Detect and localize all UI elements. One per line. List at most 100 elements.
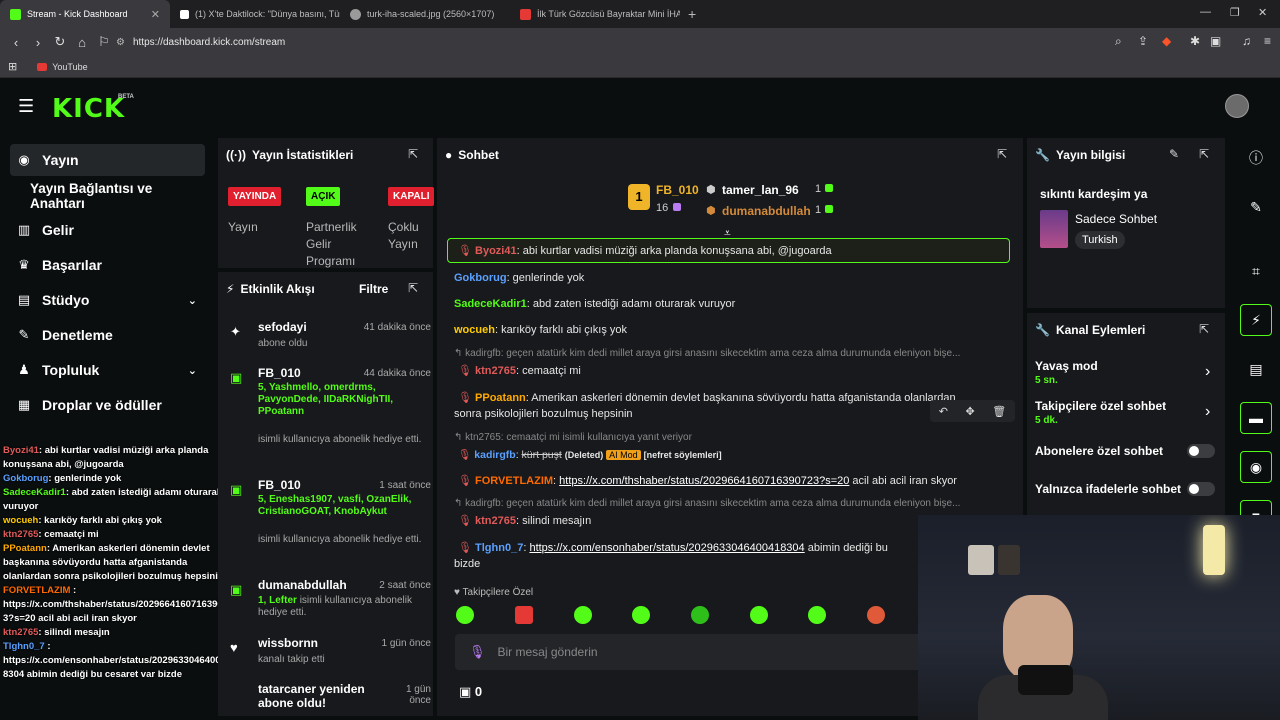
new-tab-icon[interactable]: + <box>680 6 704 22</box>
minimize-icon[interactable]: — <box>1200 6 1211 18</box>
delete-icon[interactable]: 🗑 <box>992 405 1006 418</box>
emote[interactable] <box>632 606 650 624</box>
sidebar-item-basarilar[interactable]: ♛ Başarılar <box>10 249 205 281</box>
star-icon: ✦ <box>230 324 241 339</box>
gifter-name[interactable]: tamer_lan_96 <box>722 183 799 197</box>
home-icon[interactable]: ⌂ <box>72 35 92 50</box>
drops-icon: ▦ <box>17 397 31 412</box>
feed-user[interactable]: wissbornn <box>258 636 318 650</box>
kick-favicon-icon <box>10 8 21 20</box>
sidebar-item-topluluk[interactable]: ♟ Topluluk ⌄ <box>10 354 205 386</box>
edit-icon[interactable]: ✎ <box>1169 147 1179 161</box>
site-settings-icon[interactable]: ⚙ <box>116 37 125 48</box>
browser-tab[interactable]: İlk Türk Gözcüsü Bayraktar Mini İHA... <box>510 0 680 28</box>
brave-shield-icon[interactable]: ◆ <box>1162 34 1171 48</box>
zoom-icon[interactable]: ⌕ <box>1115 34 1122 49</box>
emotes-only-toggle[interactable] <box>1187 482 1215 496</box>
chat-link[interactable]: https://x.com/ensonhaber/status/20296330… <box>529 542 804 554</box>
chat-user: ktn2765 <box>475 365 517 377</box>
followers-chat-row[interactable]: Takipçilere özel sohbet 5 dk. › <box>1035 399 1220 429</box>
feed-user[interactable]: FB_010 <box>258 366 301 380</box>
forward-icon[interactable]: › <box>28 35 48 50</box>
studio-icon: ▤ <box>17 292 31 307</box>
popout-icon[interactable]: ⇱ <box>1199 147 1209 161</box>
feed-item: ✦ sefodayi 41 dakika önce abone oldu <box>226 320 431 360</box>
feed-item: ▣ dumanabdullah 2 saat önce 1, Lefter is… <box>226 578 431 628</box>
chat-input[interactable]: 🎙 Bir mesaj gönderin <box>455 634 925 670</box>
top-gifter-name[interactable]: FB_010 <box>656 183 699 197</box>
feed-user[interactable]: FB_010 <box>258 478 301 492</box>
url-bar[interactable]: ⚙ https://dashboard.kick.com/stream <box>110 31 1180 53</box>
sidebar-item-denetleme[interactable]: ✎ Denetleme <box>10 319 205 351</box>
subs-only-toggle[interactable] <box>1187 444 1215 458</box>
apps-icon[interactable]: ⊞ <box>8 60 17 73</box>
browser-tab[interactable]: (1) X'te Daktilock: "Dünya basını, Türk.… <box>170 0 340 28</box>
menu-icon[interactable]: ≡ <box>1264 34 1271 48</box>
extensions-icon[interactable]: ✱ <box>1190 34 1200 48</box>
reply-icon[interactable]: ↶ <box>939 405 948 418</box>
sidebar-item-yayin[interactable]: ◉ Yayın <box>10 144 205 176</box>
media-icon[interactable]: ♫ <box>1242 34 1251 48</box>
sidebar-item-gelir[interactable]: ▥ Gelir <box>10 214 205 246</box>
sidebar-item-droplar[interactable]: ▦ Droplar ve ödüller <box>10 389 205 421</box>
overlay-chat-line: ktn2765: cemaatçi mi <box>3 529 99 540</box>
emote[interactable] <box>867 606 885 624</box>
maximize-icon[interactable]: ❐ <box>1230 6 1240 19</box>
overlay-chat-line: wocueh: karıköy farklı abi çıkış yok <box>3 515 162 526</box>
feed-time: 1 gün önce <box>381 638 432 649</box>
popout-icon[interactable]: ⇱ <box>997 147 1007 161</box>
emote[interactable] <box>574 606 592 624</box>
bookmark-youtube[interactable]: YouTube <box>52 62 87 72</box>
feed-user[interactable]: sefodayi <box>258 320 307 334</box>
edit-icon[interactable]: ✎ <box>1240 191 1272 223</box>
sidebar-item-stream-key[interactable]: Yayın Bağlantısı ve Anahtarı <box>10 180 205 212</box>
share-icon[interactable]: ⇪ <box>1138 34 1148 48</box>
feed-item: ▣ FB_010 44 dakika önce 5, Yashmello, om… <box>226 366 431 474</box>
popout-icon[interactable]: ⇱ <box>1199 322 1209 336</box>
window-close-icon[interactable]: ✕ <box>1258 6 1267 19</box>
back-icon[interactable]: ‹ <box>6 35 26 50</box>
channel-points[interactable]: ▣ 0 <box>459 684 482 700</box>
emote[interactable] <box>750 606 768 624</box>
emote[interactable] <box>691 606 709 624</box>
subs-only-row: Abonelere özel sohbet <box>1035 443 1220 463</box>
broadcast-icon[interactable]: ◉ <box>1240 451 1272 483</box>
emote[interactable] <box>515 606 533 624</box>
notes-icon[interactable]: ▤ <box>1240 353 1272 385</box>
sidebar-item-studyo[interactable]: ▤ Stüdyo ⌄ <box>10 284 205 316</box>
feed-user[interactable]: tatarcaner yeniden abone oldu! <box>258 682 398 710</box>
kick-logo[interactable]: KICK <box>52 94 125 124</box>
hamburger-menu-icon[interactable]: ☰ <box>18 96 34 117</box>
youtube-icon <box>37 62 48 71</box>
popout-icon[interactable]: ⇱ <box>408 281 418 295</box>
browser-tab[interactable]: Stream - Kick Dashboard ✕ <box>0 0 170 28</box>
channel-actions-title: Kanal Eylemleri <box>1055 323 1146 337</box>
avatar[interactable] <box>1225 94 1249 118</box>
emote[interactable] <box>808 606 826 624</box>
emote[interactable] <box>456 606 474 624</box>
chat-bubble-icon[interactable]: ▬ <box>1240 402 1272 434</box>
gifter-name[interactable]: dumanabdullah <box>722 204 811 218</box>
filter-button[interactable]: Filtre <box>359 282 388 296</box>
followers-only-indicator: ♥ Takipçilere Özel <box>454 587 534 598</box>
slow-mode-row[interactable]: Yavaş mod 5 sn. › <box>1035 359 1220 389</box>
sidebar-item-label: Denetleme <box>42 327 113 343</box>
sidebar-item-label: Yayın Bağlantısı ve Anahtarı <box>30 181 153 211</box>
x-favicon-icon <box>180 9 189 19</box>
lightning-icon[interactable]: ⚡ <box>1240 304 1272 336</box>
popout-icon[interactable]: ⇱ <box>408 147 418 161</box>
pin-icon[interactable]: ✥ <box>966 405 975 418</box>
wrench-icon: ✎ <box>18 327 30 342</box>
chat-link[interactable]: https://x.com/thshaber/status/2029664160… <box>559 475 849 487</box>
stream-category[interactable]: Sadece Sohbet <box>1075 212 1157 226</box>
feed-user[interactable]: dumanabdullah <box>258 578 347 592</box>
microphone-icon[interactable]: 🎙 <box>469 644 486 660</box>
sidebar-icon[interactable]: ▣ <box>1210 34 1221 48</box>
info-icon[interactable]: ⓘ <box>1240 142 1272 174</box>
reload-icon[interactable]: ↻ <box>50 34 70 50</box>
medal-icon: ⬢ <box>706 205 716 217</box>
deleted-text: kürt puşt <box>521 449 562 461</box>
close-icon[interactable]: ✕ <box>151 8 160 21</box>
browser-tab[interactable]: turk-iha-scaled.jpg (2560×1707) <box>340 0 510 28</box>
crop-icon[interactable]: ⌗ <box>1240 255 1272 287</box>
